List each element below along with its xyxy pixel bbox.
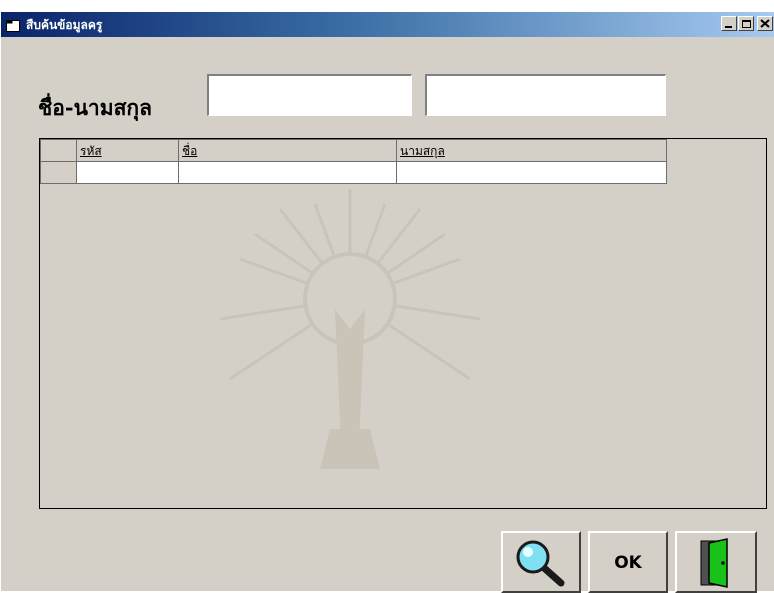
last-name-field[interactable] bbox=[425, 74, 666, 116]
name-label: ชื่อ-นามสกุล bbox=[38, 95, 152, 120]
minimize-icon bbox=[725, 26, 732, 28]
door-exit-icon bbox=[700, 538, 728, 588]
cell-id[interactable] bbox=[76, 161, 179, 184]
university-emblem-watermark bbox=[219, 189, 481, 469]
table-header-row: รหัส ชื่อ นามสกุล bbox=[40, 139, 667, 162]
minimize-button[interactable] bbox=[721, 16, 737, 31]
cell-first-name[interactable] bbox=[178, 161, 397, 184]
exit-button[interactable] bbox=[675, 531, 757, 593]
title-bar[interactable]: สืบค้นข้อมูลครู bbox=[1, 12, 774, 37]
search-button[interactable] bbox=[501, 531, 581, 593]
column-header-first-name[interactable]: ชื่อ bbox=[178, 139, 397, 162]
magnifier-icon bbox=[516, 540, 565, 587]
maximize-icon bbox=[742, 20, 751, 28]
row-header-corner bbox=[40, 139, 77, 162]
search-teacher-window: สืบค้นข้อมูลครู ชื่อ-นามสกุล รหัส ชื่อ น… bbox=[0, 12, 774, 593]
ok-button-label: OK bbox=[614, 553, 642, 573]
results-grid[interactable]: รหัส ชื่อ นามสกุล bbox=[39, 138, 767, 509]
row-selector[interactable] bbox=[40, 161, 77, 184]
close-icon bbox=[760, 19, 770, 28]
form-icon bbox=[6, 17, 20, 32]
close-button[interactable] bbox=[757, 16, 773, 31]
window-title: สืบค้นข้อมูลครู bbox=[26, 18, 103, 32]
cell-last-name[interactable] bbox=[396, 161, 667, 184]
ok-button[interactable]: OK bbox=[588, 531, 668, 593]
results-table: รหัส ชื่อ นามสกุล bbox=[40, 139, 667, 184]
first-name-input[interactable] bbox=[209, 76, 411, 115]
table-row[interactable] bbox=[40, 161, 667, 184]
maximize-button[interactable] bbox=[738, 16, 754, 31]
first-name-field[interactable] bbox=[207, 74, 412, 116]
column-header-last-name[interactable]: นามสกุล bbox=[396, 139, 667, 162]
last-name-input[interactable] bbox=[427, 76, 665, 115]
column-header-id[interactable]: รหัส bbox=[76, 139, 179, 162]
